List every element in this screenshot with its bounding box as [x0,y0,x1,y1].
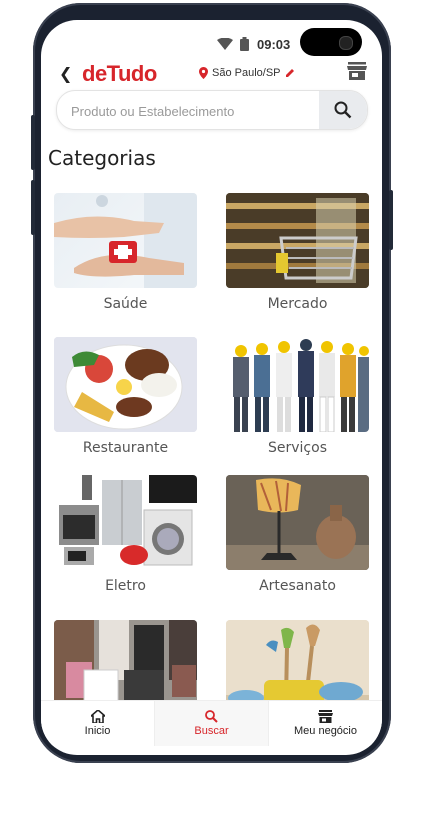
category-image-crafts [226,475,369,570]
nav-label: Buscar [194,725,229,737]
nav-item-meu-negocio[interactable]: Meu negócio [269,701,382,746]
category-card-mercado[interactable]: Mercado [226,193,369,312]
status-bar: 09:03 [41,20,382,60]
edit-pencil-icon[interactable] [285,68,295,78]
app-logo: deTudo [82,61,157,86]
category-label: Saúde [103,296,148,312]
search-icon [205,710,218,723]
category-card-eletro[interactable]: Eletro [54,475,197,594]
category-image-market [226,193,369,288]
wifi-icon [217,38,233,50]
location-label: São Paulo/SP [212,67,281,79]
category-card-servicos[interactable]: Serviços [226,337,369,456]
category-label: Artesanato [259,578,336,594]
nav-item-buscar[interactable]: Buscar [155,701,268,746]
category-image-restaurant [54,337,197,432]
store-icon[interactable] [347,62,367,80]
nav-label: Inicio [84,725,111,737]
category-image-services [226,337,369,432]
battery-icon [240,37,249,51]
app-screen: 09:03 ❮ deTudo São Paulo/SP Produto ou E… [41,20,382,755]
bottom-nav: Inicio Buscar Meu negócio [41,700,382,746]
search-button[interactable] [319,91,367,129]
category-label: Restaurante [82,440,169,456]
location-pin-icon [199,67,208,79]
app-header: ❮ deTudo São Paulo/SP [41,60,382,90]
phone-side-button [31,180,35,235]
search-bar [56,90,368,130]
category-card-restaurante[interactable]: Restaurante [54,337,197,456]
category-label: Eletro [105,578,146,594]
status-time: 09:03 [257,37,291,52]
search-input[interactable] [57,91,328,129]
back-icon[interactable]: ❮ [59,66,72,82]
location-selector[interactable]: São Paulo/SP [199,67,295,79]
category-label: Serviços [268,440,327,456]
store-icon [318,710,333,723]
category-card-artesanato[interactable]: Artesanato [226,475,369,594]
home-icon [90,710,105,723]
category-image-health [54,193,197,288]
camera-notch [300,28,362,56]
nav-label: Meu negócio [294,725,357,737]
nav-item-inicio[interactable]: Inicio [41,701,154,746]
phone-side-button [31,115,35,170]
phone-side-button [389,190,393,250]
category-card-saude[interactable]: Saúde [54,193,197,312]
search-icon [334,101,352,119]
category-image-electronics [54,475,197,570]
page-title: Categorias [48,146,156,170]
category-label: Mercado [267,296,328,312]
